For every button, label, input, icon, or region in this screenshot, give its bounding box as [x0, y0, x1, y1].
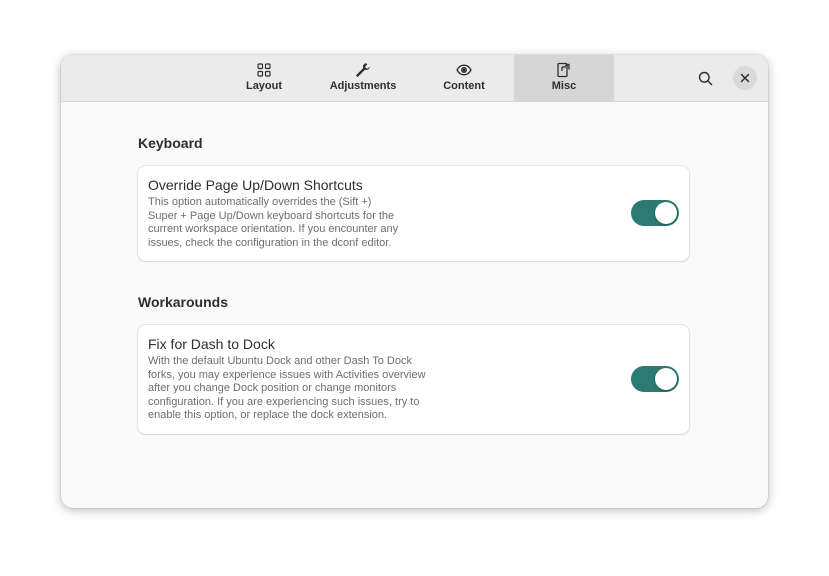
- search-button[interactable]: [693, 66, 717, 90]
- settings-card-workarounds: Fix for Dash to Dock With the default Ub…: [138, 325, 689, 434]
- override-page-shortcuts-switch[interactable]: [631, 200, 679, 226]
- tab-label: Misc: [551, 80, 577, 92]
- grid-icon: [256, 62, 272, 78]
- close-icon: [740, 73, 750, 83]
- row-subtitle: This option automatically overrides the …: [148, 196, 399, 249]
- tab-label: Adjustments: [329, 80, 397, 92]
- close-button[interactable]: [733, 66, 757, 90]
- row-subtitle: With the default Ubuntu Dock and other D…: [148, 355, 426, 422]
- settings-card-keyboard: Override Page Up/Down Shortcuts This opt…: [138, 166, 689, 261]
- tab-layout[interactable]: Layout: [214, 55, 314, 101]
- section-title-keyboard: Keyboard: [138, 135, 203, 151]
- row-title: Fix for Dash to Dock: [148, 336, 275, 352]
- misc-icon: [556, 62, 572, 78]
- wrench-icon: [355, 62, 371, 78]
- eye-icon: [456, 62, 472, 78]
- tab-content[interactable]: Content: [414, 55, 514, 101]
- preferences-window: Layout Adjustments Content Misc Keyboard…: [61, 55, 768, 508]
- switch-knob: [655, 368, 677, 390]
- dash-to-dock-fix-switch[interactable]: [631, 366, 679, 392]
- tab-label: Content: [443, 80, 485, 92]
- search-icon: [698, 71, 713, 86]
- tab-label: Layout: [245, 80, 283, 92]
- section-title-workarounds: Workarounds: [138, 294, 228, 310]
- row-title: Override Page Up/Down Shortcuts: [148, 177, 363, 193]
- tab-adjustments[interactable]: Adjustments: [313, 55, 413, 101]
- header-bar: Layout Adjustments Content Misc: [61, 55, 768, 102]
- switch-knob: [655, 202, 677, 224]
- tab-misc[interactable]: Misc: [514, 55, 614, 101]
